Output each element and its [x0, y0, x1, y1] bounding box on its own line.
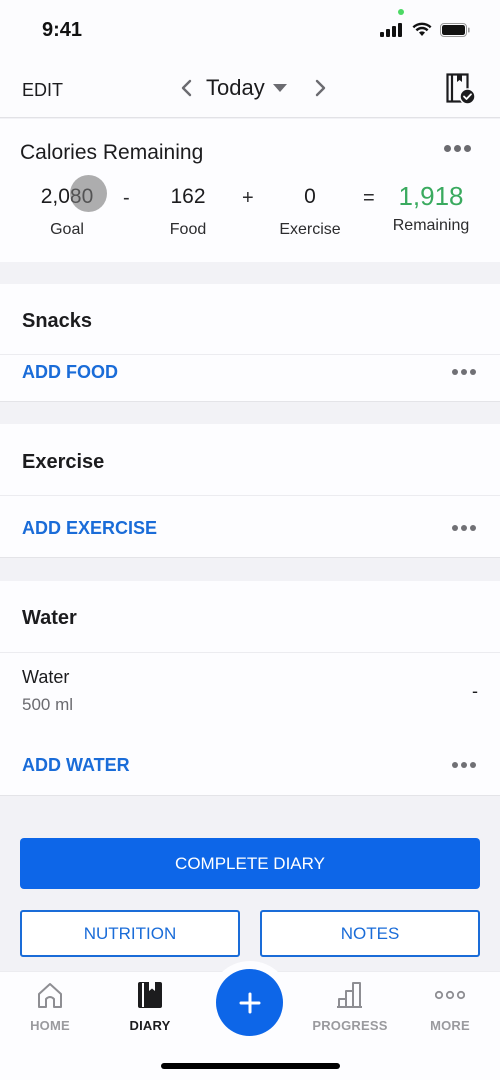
caret-down-icon[interactable] [272, 84, 287, 92]
tab-home[interactable]: HOME [0, 978, 100, 1033]
status-bar: 9:41 [0, 0, 500, 60]
notes-button[interactable]: NOTES [260, 910, 480, 957]
status-time: 9:41 [42, 19, 83, 41]
water-title: Water [22, 607, 77, 629]
exercise-section: Exercise ADD EXERCISE [0, 424, 500, 558]
remaining-column: 1,918 Remaining [376, 181, 486, 235]
add-food-button[interactable]: ADD FOOD [22, 362, 118, 383]
remaining-value: 1,918 [398, 181, 464, 211]
chevron-left-icon[interactable] [172, 74, 200, 102]
remaining-label: Remaining [392, 217, 470, 234]
plus-icon [239, 992, 260, 1013]
exercise-more-icon[interactable] [452, 525, 476, 531]
divider [0, 652, 500, 653]
food-column: 162 Food [133, 185, 243, 239]
home-indicator[interactable] [161, 1063, 340, 1069]
add-exercise-button[interactable]: ADD EXERCISE [22, 518, 157, 539]
edit-button[interactable]: EDIT [22, 80, 63, 101]
divider [0, 495, 500, 496]
nutrition-button[interactable]: NUTRITION [20, 910, 240, 957]
water-entry-calories: - [472, 681, 478, 701]
diary-check-icon[interactable] [446, 73, 478, 105]
water-entry-name: Water [22, 667, 70, 687]
quick-add-button[interactable] [216, 969, 283, 1036]
calories-remaining-card[interactable]: Calories Remaining 2,080 Goal - 162 Food… [0, 119, 500, 262]
touch-indicator [70, 175, 107, 212]
exercise-value: 0 [304, 185, 316, 208]
snacks-more-icon[interactable] [452, 369, 476, 375]
food-label: Food [169, 221, 207, 238]
exercise-title: Exercise [22, 451, 105, 473]
snacks-section: Snacks ADD FOOD [0, 284, 500, 402]
diary-nav-bar: EDIT Today [0, 60, 500, 118]
tab-more-label: MORE [430, 1018, 470, 1033]
calories-remaining-title: Calories Remaining [20, 141, 204, 164]
food-value: 162 [170, 185, 206, 208]
tab-diary[interactable]: DIARY [100, 978, 200, 1033]
add-water-button[interactable]: ADD WATER [22, 755, 130, 776]
equals-operator: = [363, 187, 375, 209]
complete-diary-button[interactable]: COMPLETE DIARY [20, 838, 480, 889]
tab-home-label: HOME [30, 1018, 70, 1033]
diary-book-icon [100, 978, 200, 1012]
battery-icon [440, 22, 470, 37]
goal-label: Goal [50, 221, 84, 238]
tab-more[interactable]: MORE [400, 978, 500, 1033]
wifi-icon [412, 22, 432, 36]
tab-progress-label: PROGRESS [312, 1018, 388, 1033]
more-options-icon[interactable] [444, 145, 471, 152]
status-icons [380, 22, 470, 37]
water-section: Water Water 500 ml - ADD WATER [0, 581, 500, 796]
bar-chart-icon [300, 978, 400, 1012]
snacks-title: Snacks [22, 310, 93, 332]
tab-progress[interactable]: PROGRESS [300, 978, 400, 1033]
divider [0, 354, 500, 355]
chevron-right-icon[interactable] [307, 74, 335, 102]
exercise-label: Exercise [279, 221, 341, 238]
date-navigator: Today [172, 74, 335, 102]
cellular-signal-icon [380, 22, 402, 37]
exercise-column: 0 Exercise [255, 185, 365, 239]
water-entry-amount: 500 ml [22, 695, 74, 714]
privacy-indicator-icon [398, 9, 404, 15]
home-icon [0, 978, 100, 1012]
tab-diary-label: DIARY [129, 1018, 171, 1033]
more-dots-icon [400, 978, 500, 1012]
plus-operator: + [242, 187, 254, 209]
water-more-icon[interactable] [452, 762, 476, 768]
date-selector[interactable]: Today [206, 75, 265, 101]
minus-operator: - [123, 187, 130, 209]
